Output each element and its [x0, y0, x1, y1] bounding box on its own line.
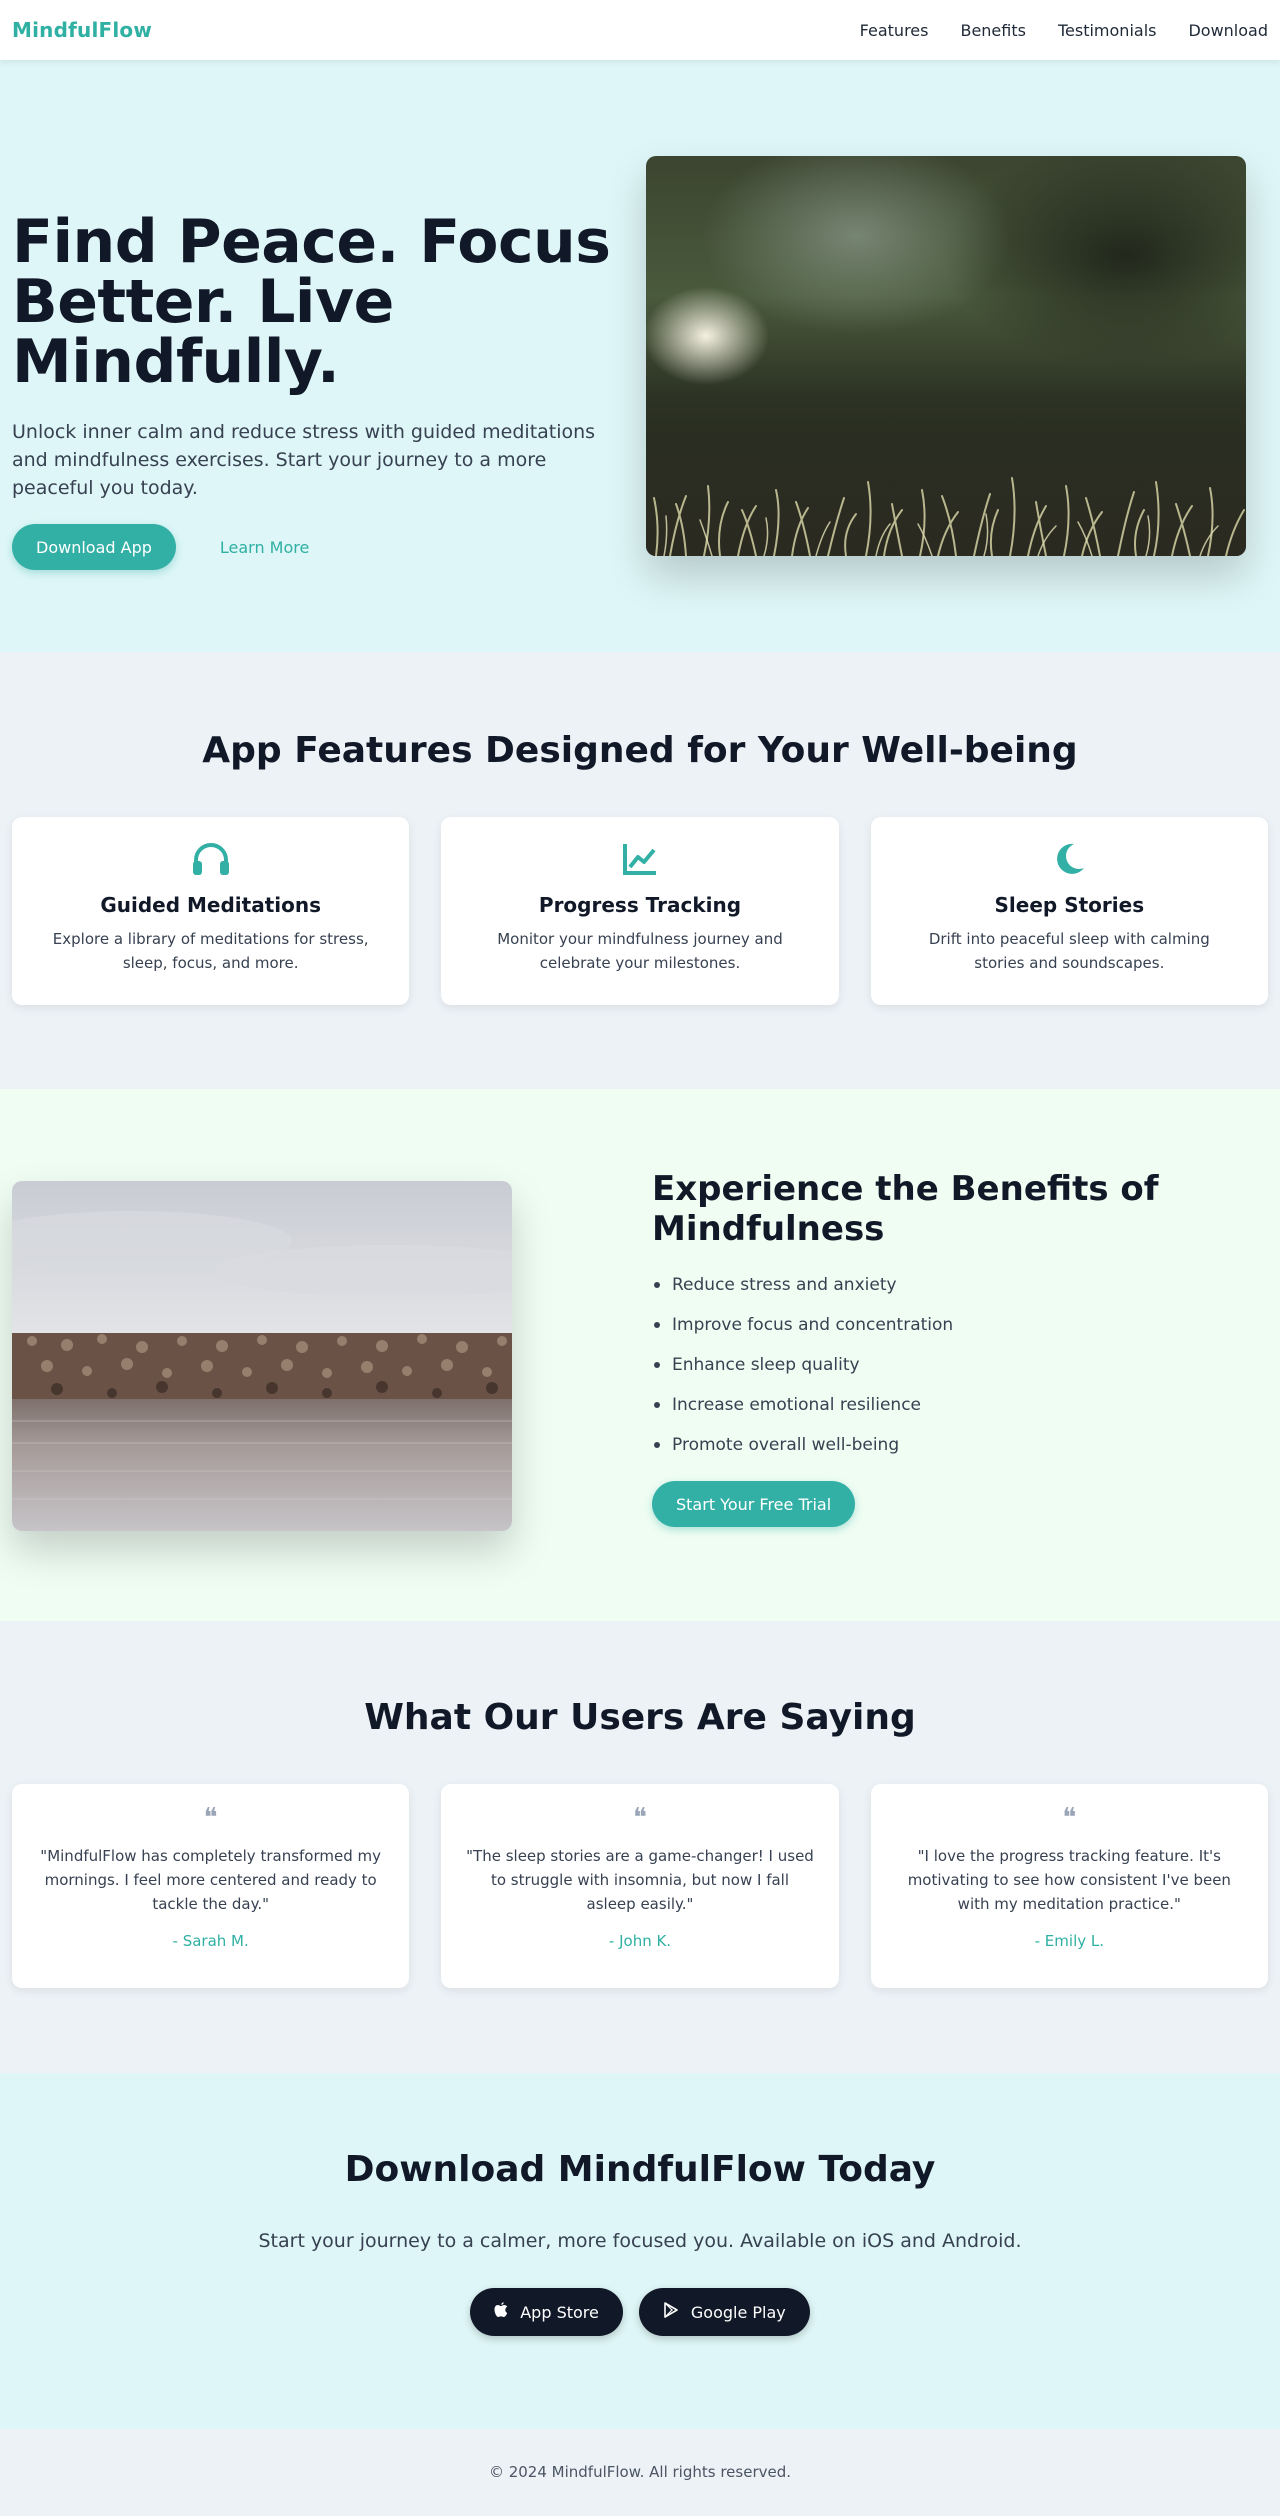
nav-link-testimonials[interactable]: Testimonials — [1058, 21, 1157, 40]
nav-link-features[interactable]: Features — [860, 21, 929, 40]
hero-subtitle: Unlock inner calm and reduce stress with… — [12, 421, 596, 499]
feature-card-progress-tracking: Progress Tracking Monitor your mindfulne… — [441, 817, 839, 1005]
nav-link-benefits[interactable]: Benefits — [960, 21, 1026, 40]
features-cards: Guided Meditations Explore a library of … — [12, 817, 1268, 1005]
quote-icon: ❝ — [632, 1803, 647, 1833]
benefits-list: Reduce stress and anxiety Improve focus … — [652, 1273, 1252, 1473]
hero-image-grass — [646, 156, 1246, 556]
testimonial-author: - Sarah M. — [172, 1932, 249, 1950]
testimonial-card: ❝ "MindfulFlow has completely transforme… — [12, 1784, 410, 1988]
testimonials-section: What Our Users Are Saying ❝ "MindfulFlow… — [0, 1621, 1280, 2073]
testimonials-title: What Our Users Are Saying — [364, 1697, 916, 1738]
headphones-icon — [12, 839, 409, 879]
store-buttons: App Store Google Play — [0, 2288, 1280, 2336]
play-store-icon — [663, 2302, 679, 2322]
chart-line-icon — [441, 839, 838, 879]
feature-card-sleep-stories: Sleep Stories Drift into peaceful sleep … — [870, 817, 1268, 1005]
benefit-item: Enhance sleep quality — [652, 1353, 1252, 1393]
download-app-button[interactable]: Download App — [12, 524, 176, 570]
benefit-item: Increase emotional resilience — [652, 1393, 1252, 1433]
download-section: Download MindfulFlow Today Start your jo… — [0, 2073, 1280, 2429]
feature-description: Drift into peaceful sleep with calming s… — [928, 930, 1210, 972]
download-title: Download MindfulFlow Today — [344, 2149, 936, 2190]
testimonial-quote: "MindfulFlow has completely transformed … — [40, 1847, 381, 1913]
grass-illustration — [646, 426, 1246, 556]
benefits-title: Experience the Benefits of Mindfulness — [652, 1169, 1159, 1249]
benefit-item: Reduce stress and anxiety — [652, 1273, 1252, 1313]
app-store-button[interactable]: App Store — [470, 2288, 623, 2336]
testimonial-author: - John K. — [608, 1932, 672, 1950]
google-play-button[interactable]: Google Play — [638, 2288, 810, 2336]
benefits-text: Experience the Benefits of Mindfulness R… — [652, 1089, 1252, 1527]
feature-description: Explore a library of meditations for str… — [52, 930, 369, 972]
quote-icon: ❝ — [203, 1803, 218, 1833]
feature-description: Monitor your mindfulness journey and cel… — [497, 930, 783, 972]
feature-card-guided-meditations: Guided Meditations Explore a library of … — [12, 817, 410, 1005]
hero-text: Find Peace. Focus Better. Live Mindfully… — [12, 60, 632, 570]
testimonial-quote: "The sleep stories are a game-changer! I… — [466, 1847, 814, 1913]
feature-title: Guided Meditations — [100, 893, 321, 917]
testimonial-author: - Emily L. — [1034, 1932, 1104, 1950]
benefits-image-lake — [12, 1181, 512, 1531]
features-section: App Features Designed for Your Well-bein… — [0, 652, 1280, 1089]
testimonial-card: ❝ "The sleep stories are a game-changer!… — [441, 1784, 839, 1988]
moon-icon — [871, 839, 1268, 879]
nav-link-download[interactable]: Download — [1188, 21, 1268, 40]
nav-links: Features Benefits Testimonials Download — [860, 21, 1268, 40]
start-free-trial-button[interactable]: Start Your Free Trial — [652, 1481, 856, 1527]
top-navbar: MindfulFlow Features Benefits Testimonia… — [0, 0, 1280, 60]
apple-icon — [494, 2302, 508, 2322]
footer-copyright: © 2024 MindfulFlow. All rights reserved. — [488, 2463, 792, 2481]
hero-section: Find Peace. Focus Better. Live Mindfully… — [0, 60, 1280, 652]
hero-title: Find Peace. Focus Better. Live Mindfully… — [12, 207, 611, 397]
google-play-label: Google Play — [690, 2302, 786, 2322]
quote-icon: ❝ — [1062, 1803, 1077, 1833]
footer: © 2024 MindfulFlow. All rights reserved. — [0, 2429, 1280, 2516]
benefit-item: Promote overall well-being — [652, 1433, 1252, 1473]
feature-title: Sleep Stories — [994, 893, 1145, 917]
benefits-section: Experience the Benefits of Mindfulness R… — [0, 1089, 1280, 1621]
hero-actions: Download App Learn More — [12, 524, 632, 570]
feature-title: Progress Tracking — [538, 893, 742, 917]
testimonial-quote: "I love the progress tracking feature. I… — [907, 1847, 1231, 1913]
download-subtitle: Start your journey to a calmer, more foc… — [258, 2230, 1022, 2252]
features-title: App Features Designed for Your Well-bein… — [202, 730, 1078, 771]
brand-logo[interactable]: MindfulFlow — [12, 18, 152, 42]
testimonial-card: ❝ "I love the progress tracking feature.… — [870, 1784, 1268, 1988]
testimonial-cards: ❝ "MindfulFlow has completely transforme… — [12, 1784, 1268, 1988]
learn-more-link[interactable]: Learn More — [220, 538, 309, 557]
app-store-label: App Store — [520, 2302, 599, 2322]
benefit-item: Improve focus and concentration — [652, 1313, 1252, 1353]
